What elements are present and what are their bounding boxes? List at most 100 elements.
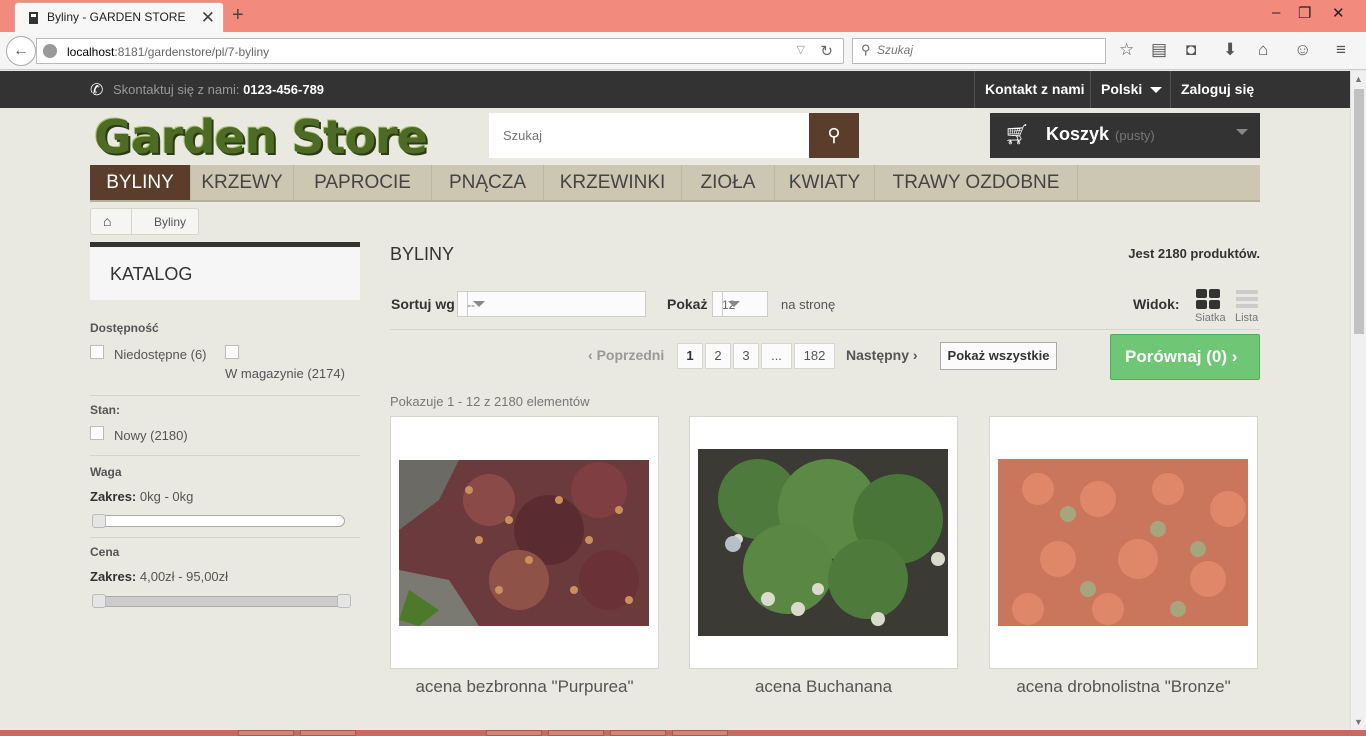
chevron-down-icon [1236,129,1248,135]
menu-item-trawy-ozdobne[interactable]: TRAWY OZDOBNE [875,165,1078,200]
close-tab-icon[interactable]: ✕ [201,8,215,28]
facet-option-new[interactable]: Nowy (2180) [114,428,188,443]
facet-availability-title: Dostępność [90,321,159,335]
grid-view-label[interactable]: Siatka [1195,312,1226,324]
window-close-icon[interactable]: ✕ [1332,4,1345,22]
price-slider-max-handle[interactable] [337,594,351,608]
pagination-next[interactable]: Następny › [846,347,918,363]
sort-label: Sortuj wg [391,296,455,312]
back-icon[interactable]: ← [6,36,36,66]
hamburger-menu-icon[interactable]: ≡ [1336,40,1346,60]
browser-tab-title: Byliny - GARDEN STORE [47,10,186,24]
scroll-up-icon[interactable]: ▲ [1354,74,1363,84]
checkbox-new[interactable] [90,426,104,440]
page-scrollbar[interactable]: ▲ ▼ [1350,71,1366,730]
language-selector[interactable]: Polski [1090,71,1170,108]
facet-weight-title: Waga [90,465,122,479]
site-search-input[interactable] [489,113,809,158]
price-range: Zakres: 4,00zł - 95,00zł [90,569,229,584]
page-3[interactable]: 3 [733,343,759,369]
per-page-suffix: na stronę [781,297,836,312]
product-image[interactable] [998,459,1248,626]
taskbar-app[interactable] [610,730,666,736]
compare-button[interactable]: Porównaj (0) › [1110,334,1260,380]
scroll-down-icon[interactable]: ▼ [1354,717,1363,727]
menu-item-krzewy[interactable]: KRZEWY [191,165,294,200]
page-2[interactable]: 2 [705,343,731,369]
product-card[interactable] [989,416,1258,669]
facet-condition-title: Stan: [90,403,120,417]
menu-item-byliny[interactable]: BYLINY [90,165,191,200]
chat-icon[interactable]: ☺ [1294,40,1311,60]
product-name[interactable]: acena Buchanana [689,677,958,697]
phone-icon: ✆ [90,82,104,99]
sort-select[interactable]: -- [457,291,646,317]
url-bar[interactable]: localhost:8181/gardenstore/pl/7-byliny ▽… [36,38,844,64]
taskbar-app[interactable] [486,730,542,736]
contact-link[interactable]: Kontakt z nami [974,71,1095,108]
list-view-label[interactable]: Lista [1235,312,1258,324]
page-ellipsis: ... [761,343,792,369]
weight-slider[interactable] [98,515,345,527]
main-menu: BYLINY KRZEWY PAPROCIE PNĄCZA KRZEWINKI … [90,165,1260,202]
checkbox-unavailable[interactable] [90,345,104,359]
menu-item-ziola[interactable]: ZIOŁA [682,165,775,200]
weight-range: Zakres: 0kg - 0kg [90,489,194,504]
facet-price-title: Cena [90,545,120,559]
taskbar-app[interactable] [300,730,356,736]
show-label: Pokaż [667,296,708,312]
site-logo[interactable]: Garden Store [94,110,428,164]
chevron-down-icon [722,292,744,316]
product-image[interactable] [698,449,948,636]
taskbar-app[interactable] [548,730,604,736]
browser-search-input[interactable] [877,43,1097,57]
scrollbar-thumb[interactable] [1354,89,1364,334]
menu-item-paprocie[interactable]: PAPROCIE [294,165,432,200]
product-image[interactable] [399,460,649,626]
url-history-dropdown-icon[interactable]: ▽ [797,43,805,56]
menu-item-kwiaty[interactable]: KWIATY [775,165,875,200]
weight-slider-handle[interactable] [92,514,106,528]
product-card[interactable] [689,416,958,669]
list-view-icon[interactable] [1236,290,1258,310]
globe-icon [43,44,57,58]
per-page-select[interactable]: 12 [712,291,768,317]
bookmark-star-icon[interactable]: ☆ [1119,40,1134,60]
breadcrumb: ⌂ Byliny [90,208,199,235]
minimize-icon[interactable]: – [1272,4,1280,21]
page-182[interactable]: 182 [794,343,835,369]
product-name[interactable]: acena drobnolistna "Bronze" [989,677,1258,697]
facet-option-in-stock[interactable]: W magazynie (2174) [225,366,345,381]
site-search-button[interactable]: ⚲ [809,113,859,158]
facet-option-unavailable[interactable]: Niedostępne (6) [114,347,207,362]
page-1[interactable]: 1 [677,343,703,369]
pocket-icon[interactable]: ◘ [1186,40,1196,60]
browser-tab[interactable]: Byliny - GARDEN STORE ✕ [14,2,224,32]
chevron-down-icon [467,292,489,316]
show-all-button[interactable]: Pokaż wszystkie [940,342,1057,370]
download-icon[interactable]: ⬇ [1223,40,1237,60]
price-slider[interactable] [98,596,345,607]
cart-label: Koszyk [1046,124,1110,144]
cart-button[interactable]: 🛒︎ Koszyk (pusty) [990,113,1260,158]
checkbox-in-stock[interactable] [225,345,239,359]
price-slider-min-handle[interactable] [92,594,106,608]
home-icon[interactable]: ⌂ [103,213,111,229]
reading-list-icon[interactable]: ▤ [1151,40,1167,60]
reload-icon[interactable]: ↻ [820,42,833,60]
home-icon[interactable]: ⌂ [1258,40,1268,60]
product-name[interactable]: acena bezbronna "Purpurea" [390,677,659,697]
menu-item-pnacza[interactable]: PNĄCZA [432,165,544,200]
new-tab-icon[interactable]: + [232,4,244,27]
login-link[interactable]: Zaloguj się [1170,71,1264,108]
pagination-prev: ‹ Poprzedni [588,347,665,363]
showing-range: Pokazuje 1 - 12 z 2180 elementów [390,394,590,409]
taskbar-app[interactable] [672,730,728,736]
browser-search-box[interactable]: ⚲ [852,38,1106,64]
taskbar-app[interactable] [238,730,294,736]
url-text: localhost:8181/gardenstore/pl/7-byliny [67,45,270,59]
menu-item-krzewinki[interactable]: KRZEWINKI [544,165,682,200]
restore-icon[interactable]: ❐ [1298,4,1311,22]
grid-view-icon[interactable] [1196,289,1220,309]
product-card[interactable] [390,416,659,669]
